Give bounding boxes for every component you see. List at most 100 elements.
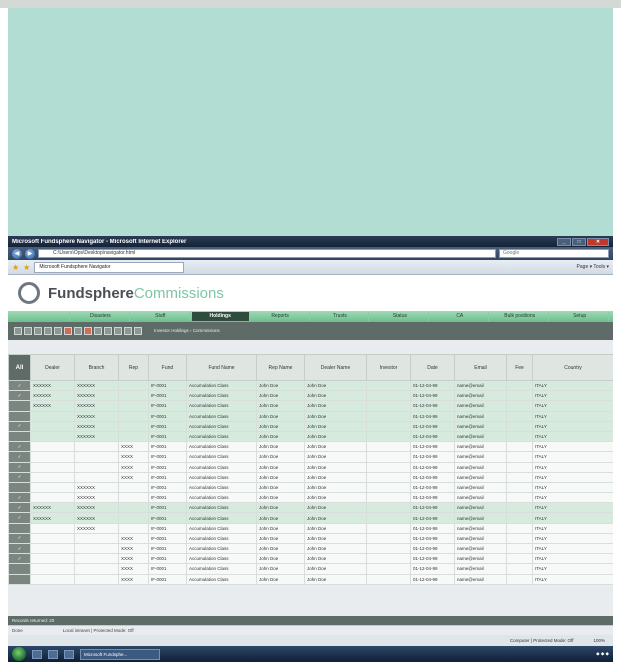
column-header-fund-name[interactable]: Fund Name — [186, 354, 257, 381]
table-row[interactable]: ✓ XXXX IF-0001 Accumulation Class John Doe Jo… — [8, 471, 613, 483]
table-row[interactable]: XXXXXX IF-0001 Accumulation Class John Doe J… — [8, 410, 613, 422]
search-input[interactable]: Google — [499, 249, 609, 258]
menu-item-home[interactable] — [12, 312, 70, 321]
open-icon[interactable] — [24, 327, 32, 335]
back-icon[interactable]: ◀ — [12, 248, 22, 259]
help-icon[interactable] — [134, 327, 142, 335]
row-select-checkbox[interactable]: ✓ — [8, 390, 31, 402]
table-row[interactable]: ✓ XXXXXX XXXXXX IF-0001 Accumulation Class Jo… — [8, 502, 613, 514]
row-select-checkbox[interactable] — [8, 563, 31, 575]
filter-icon[interactable] — [74, 327, 82, 335]
menu-item-status[interactable]: Status — [371, 312, 430, 321]
table-row[interactable]: XXXXXX IF-0001 Accumulation Class John Doe J… — [8, 481, 613, 494]
column-header-dealer-name[interactable]: Dealer Name — [304, 354, 367, 381]
flag-icon[interactable] — [84, 327, 92, 335]
table-row[interactable]: ✓ XXXX IF-0001 Accumulation Class John Doe Jo… — [8, 461, 613, 473]
menu-item-setup[interactable]: Setup — [551, 312, 610, 321]
row-select-checkbox[interactable]: ✓ — [8, 542, 31, 555]
column-header-rep-name[interactable]: Rep Name — [256, 354, 305, 381]
maximize-button[interactable]: □ — [572, 237, 586, 246]
settings-icon[interactable] — [124, 327, 132, 335]
table-row[interactable]: XXXXXX IF-0001 Accumulation Class John Doe J… — [8, 522, 613, 534]
refresh-icon[interactable] — [114, 327, 122, 335]
browser-tab[interactable]: Microsoft Fundsphere Navigator — [34, 261, 185, 273]
menu-item-staff[interactable]: Staff — [132, 312, 190, 321]
row-select-checkbox[interactable]: ✓ — [8, 492, 31, 504]
column-header-rep[interactable]: Rep — [118, 354, 149, 381]
table-cell — [366, 390, 411, 402]
table-cell: ITALY — [532, 542, 613, 555]
row-select-checkbox[interactable] — [8, 481, 31, 494]
table-row[interactable]: XXXX IF-0001 Accumulation Class John Doe Joh… — [8, 573, 613, 585]
start-button[interactable] — [12, 647, 26, 661]
table-row[interactable]: XXXXXX XXXXXX IF-0001 Accumulation Class Joh… — [8, 400, 613, 412]
column-header-fee[interactable]: Fee — [506, 354, 533, 381]
table-cell: IF-0001 — [148, 430, 187, 443]
menu-item-ca[interactable]: CA — [431, 312, 490, 321]
table-row[interactable]: ✓ XXXXXX IF-0001 Accumulation Class John Doe… — [8, 492, 613, 504]
table-row[interactable]: XXXXXX IF-0001 Accumulation Class John Doe J… — [8, 430, 613, 443]
row-select-checkbox[interactable]: ✓ — [8, 532, 31, 545]
table-cell: XXXXXX — [30, 390, 75, 402]
table-row[interactable]: ✓ XXXXXX XXXXXX IF-0001 Accumulation Class Jo… — [8, 379, 613, 392]
table-cell: name@email — [454, 390, 507, 402]
column-header-country[interactable]: Country — [532, 354, 613, 381]
table-row[interactable]: ✓ XXXX IF-0001 Accumulation Class John Doe Jo… — [8, 553, 613, 565]
table-row[interactable]: ✓ XXXXXX XXXXXX IF-0001 Accumulation Class Jo… — [8, 512, 613, 524]
menu-item-bulk-positions[interactable]: Bulk positions — [491, 312, 550, 321]
menu-item-trusts[interactable]: Trusts — [312, 312, 370, 321]
quicklaunch-desktop-icon[interactable] — [64, 649, 74, 659]
forward-icon[interactable]: ▶ — [25, 248, 35, 259]
address-input[interactable]: C:\Users\Ops\Desktop\navigator.html — [38, 249, 496, 258]
row-select-checkbox[interactable]: ✓ — [8, 471, 31, 483]
table-row[interactable]: ✓ XXXX IF-0001 Accumulation Class John Doe Jo… — [8, 441, 613, 453]
row-select-checkbox[interactable] — [8, 410, 31, 422]
table-row[interactable]: XXXX IF-0001 Accumulation Class John Doe Joh… — [8, 563, 613, 575]
security-zone[interactable]: Computer | Protected Mode: Off — [510, 638, 574, 643]
search-icon[interactable] — [44, 327, 52, 335]
row-select-checkbox[interactable] — [8, 430, 31, 443]
menu-item-reports[interactable]: Reports — [252, 312, 310, 321]
save-icon[interactable] — [54, 327, 62, 335]
row-select-checkbox[interactable] — [8, 573, 31, 585]
new-icon[interactable] — [14, 327, 22, 335]
row-select-checkbox[interactable] — [8, 522, 31, 534]
page-tools-menu[interactable]: Page ▾ Tools ▾ — [577, 264, 609, 270]
table-row[interactable]: ✓ XXXXXX IF-0001 Accumulation Class John Doe… — [8, 420, 613, 432]
select-all-header[interactable]: All — [8, 354, 31, 381]
column-header-fund[interactable]: Fund — [148, 354, 187, 381]
table-row[interactable]: ✓ XXXX IF-0001 Accumulation Class John Doe Jo… — [8, 542, 613, 555]
taskbar-app-button[interactable]: Microsoft Fundsphe... — [80, 648, 160, 660]
edit-icon[interactable] — [34, 327, 42, 335]
column-header-date[interactable]: Date — [410, 354, 455, 381]
row-select-checkbox[interactable]: ✓ — [8, 441, 31, 453]
zoom-level[interactable]: 100% — [593, 638, 605, 643]
row-select-checkbox[interactable]: ✓ — [8, 502, 31, 514]
add-favorites-icon[interactable]: ★ — [23, 263, 30, 272]
column-header-email[interactable]: Email — [454, 354, 507, 381]
column-header-dealer[interactable]: Dealer — [30, 354, 75, 381]
close-button[interactable]: ✕ — [587, 237, 609, 246]
table-row[interactable]: ✓ XXXX IF-0001 Accumulation Class John Doe Jo… — [8, 532, 613, 545]
quicklaunch-ie-icon[interactable] — [32, 649, 42, 659]
table-row[interactable]: ✓ XXXX IF-0001 Accumulation Class John Doe Jo… — [8, 451, 613, 463]
row-select-checkbox[interactable]: ✓ — [8, 461, 31, 473]
column-header-branch[interactable]: Branch — [74, 354, 119, 381]
menu-item-holdings[interactable]: Holdings — [191, 312, 250, 321]
favorites-star-icon[interactable]: ★ — [12, 263, 19, 272]
export-icon[interactable] — [104, 327, 112, 335]
quicklaunch-folder-icon[interactable] — [48, 649, 58, 659]
row-select-checkbox[interactable]: ✓ — [8, 451, 31, 463]
delete-icon[interactable] — [64, 327, 72, 335]
table-cell: Accumulation Class — [186, 461, 257, 473]
row-select-checkbox[interactable]: ✓ — [8, 512, 31, 524]
row-select-checkbox[interactable]: ✓ — [8, 420, 31, 432]
table-row[interactable]: ✓ XXXXXX XXXXXX IF-0001 Accumulation Class Jo… — [8, 390, 613, 402]
row-select-checkbox[interactable] — [8, 400, 31, 412]
print-icon[interactable] — [94, 327, 102, 335]
row-select-checkbox[interactable]: ✓ — [8, 553, 31, 565]
row-select-checkbox[interactable]: ✓ — [8, 379, 31, 392]
menu-item-disasters[interactable]: Disasters — [72, 312, 130, 321]
column-header-investor[interactable]: Investor — [366, 354, 411, 381]
minimize-button[interactable]: _ — [557, 237, 571, 246]
